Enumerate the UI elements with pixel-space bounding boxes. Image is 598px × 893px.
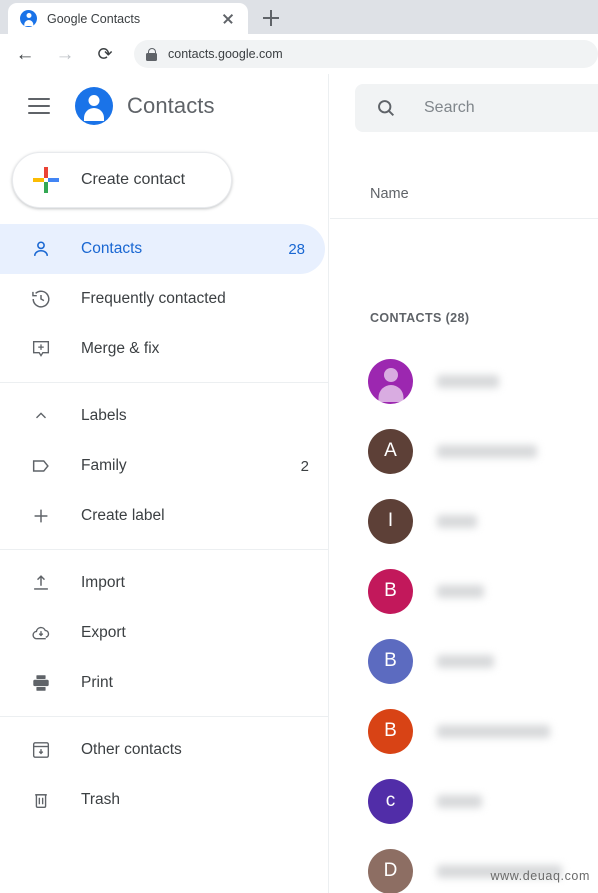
contact-list-item[interactable]: B	[330, 626, 598, 696]
sidebar-item-label: Import	[81, 574, 125, 591]
contact-list-item[interactable]	[330, 346, 598, 416]
avatar[interactable]: B	[368, 638, 413, 684]
sidebar-item-print[interactable]: Print	[0, 658, 329, 708]
labels-section-label: Labels	[81, 407, 127, 424]
search-input[interactable]: Search	[424, 99, 475, 117]
avatar[interactable]: B	[368, 568, 413, 614]
contact-list-item[interactable]: c	[330, 766, 598, 836]
address-bar[interactable]: contacts.google.com	[134, 40, 598, 68]
upload-icon	[30, 572, 52, 594]
browser-chrome: Google Contacts ← → ⟳ contacts.google.co…	[0, 0, 598, 74]
contact-name	[437, 514, 477, 528]
lock-icon	[146, 47, 157, 61]
sidebar-item-import[interactable]: Import	[0, 558, 329, 608]
divider	[0, 716, 329, 717]
labels-section-header[interactable]: Labels	[0, 391, 329, 441]
contact-name	[437, 444, 537, 458]
back-button[interactable]: ←	[10, 39, 40, 69]
tag-icon	[30, 455, 52, 477]
app-header: Contacts	[0, 74, 328, 138]
avatar[interactable]: c	[368, 778, 413, 824]
sidebar-item-family[interactable]: Family 2	[0, 441, 329, 491]
contact-list-item[interactable]: I	[330, 486, 598, 556]
divider	[0, 549, 329, 550]
contact-list-pane: Search Name CONTACTS (28) AIBBBcDd www.d…	[330, 74, 598, 893]
sidebar-item-other-contacts[interactable]: Other contacts	[0, 725, 329, 775]
avatar[interactable]	[368, 358, 413, 404]
chevron-up-icon	[30, 405, 52, 427]
sidebar-item-count: 2	[300, 457, 309, 475]
cloud-download-icon	[30, 622, 52, 644]
back-arrow-icon: ←	[15, 43, 35, 65]
watermark: www.deuaq.com	[490, 869, 590, 883]
sidebar-nav: Contacts 28 Frequently contacted Merge &…	[0, 224, 329, 825]
tab-title: Google Contacts	[47, 11, 141, 26]
create-contact-label: Create contact	[81, 171, 186, 188]
sidebar-item-create-label[interactable]: Create label	[0, 491, 329, 541]
sidebar-item-export[interactable]: Export	[0, 608, 329, 658]
contact-list: AIBBBcDd	[330, 346, 598, 893]
tab-strip: Google Contacts	[0, 0, 598, 34]
sidebar-item-label: Other contacts	[81, 741, 182, 758]
sidebar-item-label: Frequently contacted	[81, 290, 226, 307]
forward-button[interactable]: →	[50, 39, 80, 69]
reload-icon: ⟳	[97, 43, 113, 64]
create-contact-button[interactable]: Create contact	[12, 152, 232, 208]
contact-name	[437, 374, 499, 388]
sidebar-item-merge-and-fix[interactable]: Merge & fix	[0, 324, 329, 374]
google-contacts-logo	[75, 87, 113, 125]
search-bar[interactable]: Search	[355, 84, 598, 132]
plus-icon	[30, 505, 52, 527]
google-plus-icon	[33, 167, 59, 193]
avatar[interactable]: D	[368, 848, 413, 893]
hamburger-menu-icon[interactable]	[28, 98, 50, 114]
reload-button[interactable]: ⟳	[90, 39, 120, 69]
avatar[interactable]: I	[368, 498, 413, 544]
contact-list-item[interactable]: A	[330, 416, 598, 486]
contact-name	[437, 654, 494, 668]
trash-icon	[30, 789, 52, 811]
sidebar-item-count: 28	[288, 240, 305, 258]
divider	[0, 382, 329, 383]
avatar[interactable]: B	[368, 708, 413, 754]
sidebar-item-label: Export	[81, 624, 126, 641]
contact-name	[437, 794, 482, 808]
column-header-row: Name	[330, 169, 598, 219]
contacts-group-label: CONTACTS (28)	[370, 311, 470, 325]
sidebar-item-label: Create label	[81, 507, 165, 524]
browser-tab[interactable]: Google Contacts	[8, 3, 248, 34]
forward-arrow-icon: →	[55, 43, 75, 65]
column-header-name: Name	[370, 185, 409, 202]
address-bar-url: contacts.google.com	[168, 47, 283, 61]
printer-icon	[30, 672, 52, 694]
sidebar-item-label: Trash	[81, 791, 121, 808]
page-content: Contacts Create contact Contacts 28 Freq…	[0, 74, 598, 893]
sidebar-item-label: Print	[81, 674, 113, 691]
search-icon	[375, 97, 397, 119]
person-icon	[30, 238, 52, 260]
contact-name	[437, 584, 484, 598]
sidebar-item-label: Contacts	[81, 240, 143, 257]
history-clock-icon	[30, 288, 52, 310]
contact-list-item[interactable]: D	[330, 836, 598, 893]
sidebar: Contacts Create contact Contacts 28 Freq…	[0, 74, 329, 893]
contact-list-item[interactable]: B	[330, 556, 598, 626]
contact-list-item[interactable]: B	[330, 696, 598, 766]
close-icon[interactable]	[218, 9, 238, 29]
avatar[interactable]: A	[368, 428, 413, 474]
sidebar-item-label: Family	[81, 457, 127, 474]
archive-box-icon	[30, 739, 52, 761]
merge-sparkle-icon	[30, 338, 52, 360]
sidebar-item-contacts[interactable]: Contacts 28	[0, 224, 325, 274]
new-tab-button[interactable]	[258, 5, 284, 31]
contacts-person-icon	[20, 10, 37, 27]
sidebar-item-trash[interactable]: Trash	[0, 775, 329, 825]
contact-name	[437, 724, 550, 738]
page-title: Contacts	[127, 93, 215, 118]
sidebar-item-label: Merge & fix	[81, 340, 160, 357]
browser-toolbar: ← → ⟳ contacts.google.com	[0, 34, 598, 74]
sidebar-item-frequently-contacted[interactable]: Frequently contacted	[0, 274, 329, 324]
